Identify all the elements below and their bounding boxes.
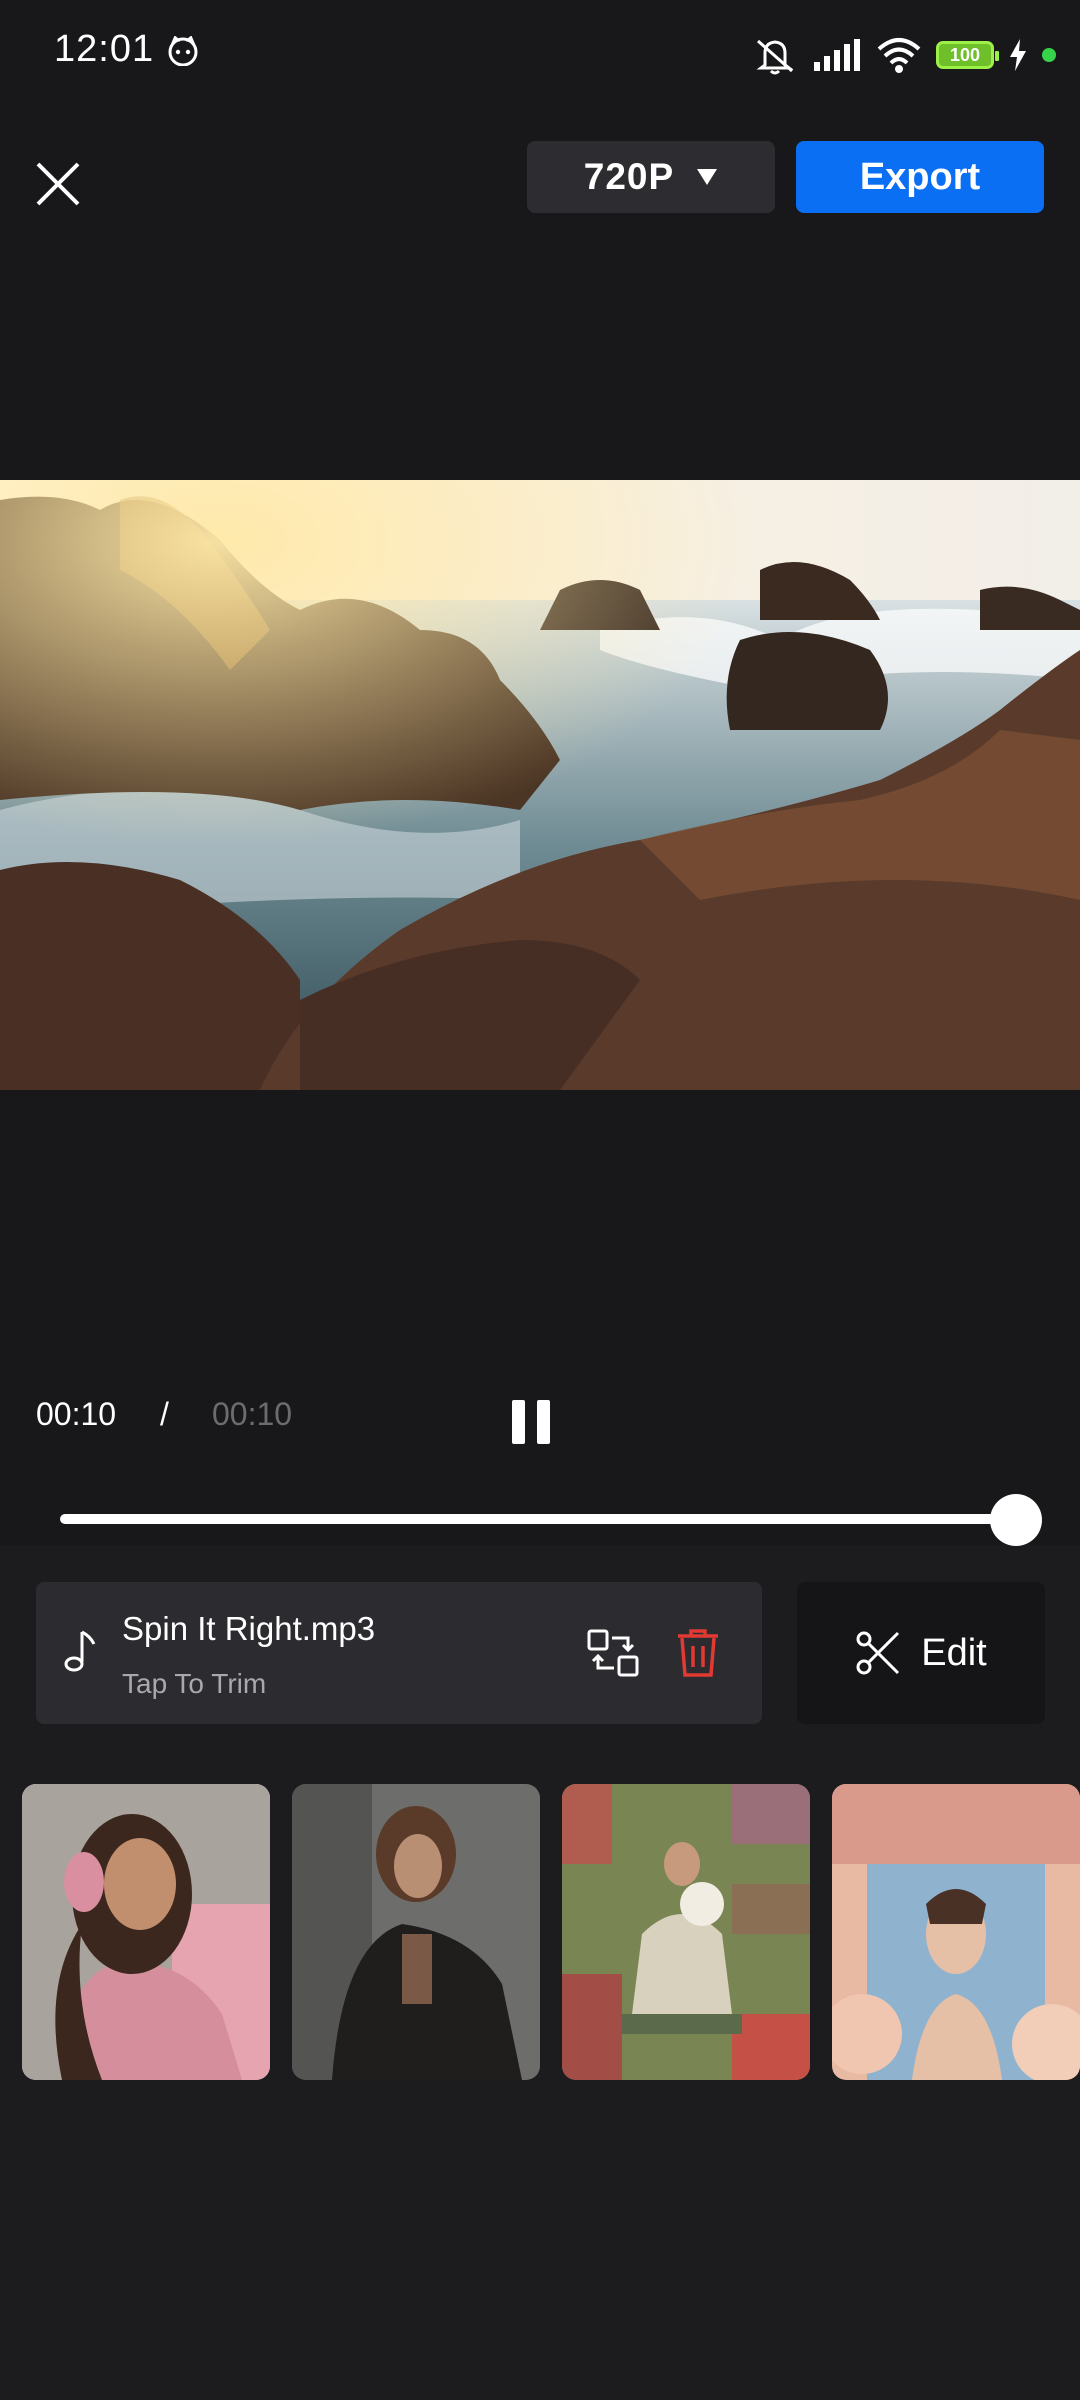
template-thumbnail-2[interactable] <box>292 1784 540 2080</box>
export-label: Export <box>859 155 981 198</box>
thumbnail-image <box>832 1784 1080 2080</box>
pause-bar-left <box>512 1400 525 1444</box>
pause-button[interactable] <box>512 1400 564 1450</box>
resolution-label: 720P <box>583 156 675 197</box>
charging-icon <box>1010 39 1026 71</box>
battery-level: 100 <box>949 44 981 65</box>
total-time: 00:10 <box>212 1396 293 1432</box>
caret-down-icon <box>697 169 718 185</box>
thumbnail-image <box>22 1784 270 2080</box>
template-thumbnail-1[interactable] <box>22 1784 270 2080</box>
template-thumbnail-4[interactable] <box>832 1784 1080 2080</box>
replace-music-icon[interactable] <box>586 1628 640 1678</box>
progress-thumb[interactable] <box>990 1494 1042 1546</box>
green-dot-icon <box>1042 48 1056 62</box>
music-track-card[interactable]: Spin It Right.mp3 Tap To Trim <box>36 1582 762 1724</box>
status-bar: 12:01 100 <box>0 0 1080 110</box>
top-bar: 720P Export <box>0 110 1080 250</box>
music-trim-hint: Tap To Trim <box>122 1668 267 1699</box>
status-time: 12:01 <box>54 28 155 70</box>
progress-bar[interactable] <box>60 1514 1015 1524</box>
pause-bar-right <box>537 1400 550 1444</box>
wifi-icon <box>877 38 921 73</box>
video-preview[interactable] <box>0 480 1080 1090</box>
battery-icon: 100 <box>936 41 999 69</box>
close-icon[interactable] <box>28 154 88 214</box>
delete-music-icon[interactable] <box>676 1628 720 1678</box>
mute-icon <box>756 39 794 75</box>
cat-face-icon <box>168 36 198 66</box>
signal-icon <box>814 39 860 71</box>
edit-label: Edit <box>921 1631 987 1674</box>
time-separator: / <box>160 1396 169 1432</box>
status-icons: 100 <box>752 30 1056 80</box>
thumbnail-image <box>562 1784 810 2080</box>
music-note-icon <box>64 1630 96 1672</box>
music-title: Spin It Right.mp3 <box>122 1610 376 1647</box>
thumbnail-image <box>292 1784 540 2080</box>
current-time: 00:10 <box>36 1396 117 1432</box>
edit-button[interactable]: Edit <box>797 1582 1045 1724</box>
resolution-dropdown[interactable]: 720P <box>527 141 775 213</box>
template-thumbnail-3[interactable] <box>562 1784 810 2080</box>
export-button[interactable]: Export <box>796 141 1044 213</box>
video-frame-image <box>0 480 1080 1090</box>
scissors-icon <box>856 1631 900 1675</box>
